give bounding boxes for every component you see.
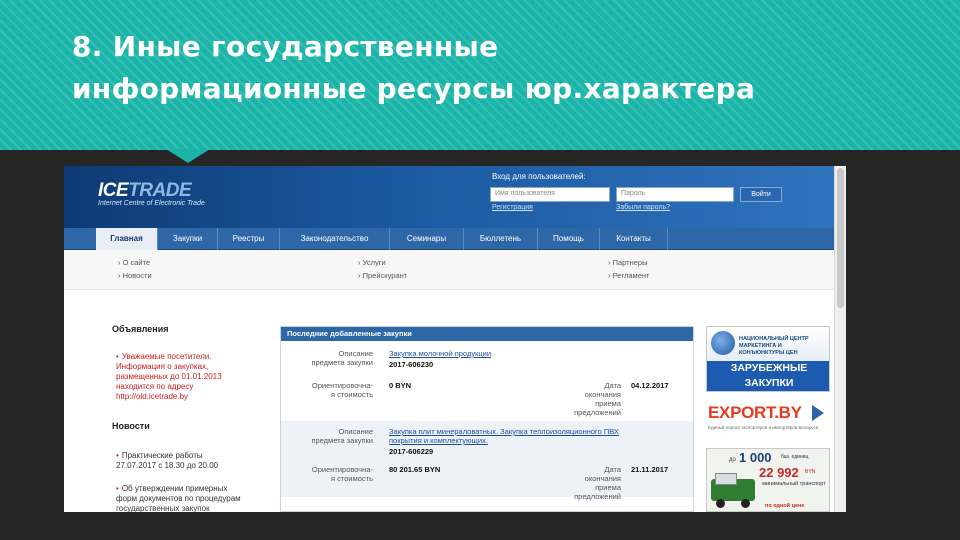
- ad-amount-1: 1 000: [739, 450, 772, 465]
- banner-header: НАЦИОНАЛЬНЫЙ ЦЕНТР МАРКЕТИНГА И КОНЪЮНКТ…: [707, 327, 829, 361]
- latest-purchases-panel: Последние добавленные закупки Описание пр…: [280, 326, 694, 512]
- foreign-purchases-banner[interactable]: НАЦИОНАЛЬНЫЙ ЦЕНТР МАРКЕТИНГА И КОНЪЮНКТ…: [706, 326, 830, 392]
- sub-links: › О сайте › Новости › Услуги › Прейскура…: [64, 250, 834, 290]
- wheel-icon: [741, 499, 750, 508]
- purchase-number: 2017-606229: [389, 447, 434, 456]
- ad-tagline: по одной цене: [765, 503, 805, 509]
- nav-item-purchases[interactable]: Закупки: [158, 228, 218, 250]
- purchase-number: 2017-606230: [389, 360, 434, 369]
- login-title: Вход для пользователей:: [492, 172, 586, 181]
- scrollbar-thumb[interactable]: [837, 168, 844, 308]
- news-item[interactable]: • Практические работы 27.07.2017 с 18.30 …: [116, 451, 276, 471]
- export-by-subtitle: Единый портал экспортёров и импортёров Б…: [708, 425, 819, 430]
- purchase-cost: 0 BYN: [389, 381, 412, 390]
- sub-link-services[interactable]: › Услуги: [358, 258, 386, 267]
- nav-item-bulletin[interactable]: Бюллетень: [464, 228, 538, 250]
- website-screenshot: ICETRADE Internet Centre of Electronic T…: [64, 166, 846, 512]
- deadline-label: Дата окончания приема предложений: [574, 465, 621, 501]
- truck-cabin-icon: [715, 473, 737, 485]
- purchase-deadline: 21.11.2017: [631, 465, 669, 474]
- desc-label: Описание предмета закупки: [311, 427, 373, 445]
- password-input[interactable]: Пароль: [616, 187, 734, 202]
- deadline-label: Дата окончания приема предложений: [574, 381, 621, 417]
- news-item[interactable]: • Об утверждении примерных форм документо…: [116, 484, 276, 512]
- purchase-cost: 80 201.65 BYN: [389, 465, 441, 474]
- banner-org-name: НАЦИОНАЛЬНЫЙ ЦЕНТР МАРКЕТИНГА И КОНЪЮНКТ…: [739, 336, 809, 356]
- ad-description: минимальный транспорт: [762, 481, 826, 487]
- transport-ad-banner[interactable]: до 1 000 баз. единиц 22 992 BYN минималь…: [706, 448, 830, 512]
- nav-item-main[interactable]: Главная: [96, 228, 158, 250]
- purchase-subject-link[interactable]: Закупка молочной продукции: [389, 349, 491, 358]
- ad-prefix: до: [729, 457, 736, 463]
- panel-title: Последние добавленные закупки: [281, 327, 693, 341]
- slide-title: 8. Иные государственные информационные р…: [72, 26, 932, 110]
- nav-item-legislation[interactable]: Законодательство: [280, 228, 390, 250]
- nav-item-help[interactable]: Помощь: [538, 228, 600, 250]
- purchase-deadline: 04.12.2017: [631, 381, 669, 390]
- banner-caption: ЗАРУБЕЖНЫЕ ЗАКУПКИ: [707, 361, 829, 391]
- register-link[interactable]: Регистрация: [492, 204, 533, 211]
- table-row: Описание предмета закупки Закупка плит ми…: [281, 421, 693, 501]
- ad-amount-2: 22 992: [759, 465, 799, 480]
- nav-item-seminars[interactable]: Семинары: [390, 228, 464, 250]
- news-title: Новости: [112, 421, 150, 431]
- forgot-password-link[interactable]: Забыли пароль?: [616, 204, 670, 211]
- login-button[interactable]: Войти: [740, 187, 782, 202]
- logo-trade: TRADE: [128, 180, 192, 201]
- sub-link-partners[interactable]: › Партнеры: [608, 258, 647, 267]
- ad-unit-2: BYN: [805, 469, 816, 475]
- cost-label: Ориентировочна-я стоимость: [311, 465, 373, 483]
- slide-title-line-2: информационные ресурсы юр.характера: [72, 72, 756, 105]
- nav-item-contacts[interactable]: Контакты: [600, 228, 668, 250]
- slide-title-line-1: 8. Иные государственные: [72, 30, 499, 63]
- site-header: ICETRADE Internet Centre of Electronic T…: [64, 166, 834, 228]
- ads-title: Объявления: [112, 324, 169, 334]
- sub-link-rules[interactable]: › Регламент: [608, 271, 649, 280]
- globe-icon: [711, 331, 735, 355]
- sub-link-news[interactable]: › Новости: [118, 271, 152, 280]
- logo-subtitle: Internet Centre of Electronic Trade: [98, 200, 205, 207]
- main-nav: Главная Закупки Реестры Законодательство…: [64, 228, 834, 250]
- desc-label: Описание предмета закупки: [311, 349, 373, 367]
- sub-link-price-list[interactable]: › Прейскурант: [358, 271, 407, 280]
- export-by-logo: EXPORT.BY: [708, 403, 802, 422]
- table-row: Описание предмета закупки Закупка молочно…: [281, 343, 693, 419]
- logo-ice: ICE: [98, 180, 129, 201]
- bullet-icon: •: [116, 484, 119, 493]
- ads-item[interactable]: • Уважаемые посетители. Информация о заку…: [116, 352, 276, 402]
- page-scrollbar[interactable]: [834, 166, 846, 512]
- bullet-icon: •: [116, 352, 119, 361]
- purchase-subject-link[interactable]: Закупка плит минераловатных. Закупка теп…: [389, 427, 689, 445]
- cost-label: Ориентировочна-я стоимость: [311, 381, 373, 399]
- username-input[interactable]: Имя пользователя: [490, 187, 610, 202]
- nav-item-registries[interactable]: Реестры: [218, 228, 280, 250]
- header-notch: [166, 149, 210, 163]
- bullet-icon: •: [116, 451, 119, 460]
- sub-link-about[interactable]: › О сайте: [118, 258, 150, 267]
- site-logo[interactable]: ICETRADE: [98, 180, 192, 202]
- export-by-banner[interactable]: EXPORT.BY Единый портал экспортёров и им…: [706, 400, 830, 434]
- wheel-icon: [716, 499, 725, 508]
- ad-unit-1: баз. единиц: [781, 454, 809, 460]
- arrow-right-icon: [812, 405, 824, 421]
